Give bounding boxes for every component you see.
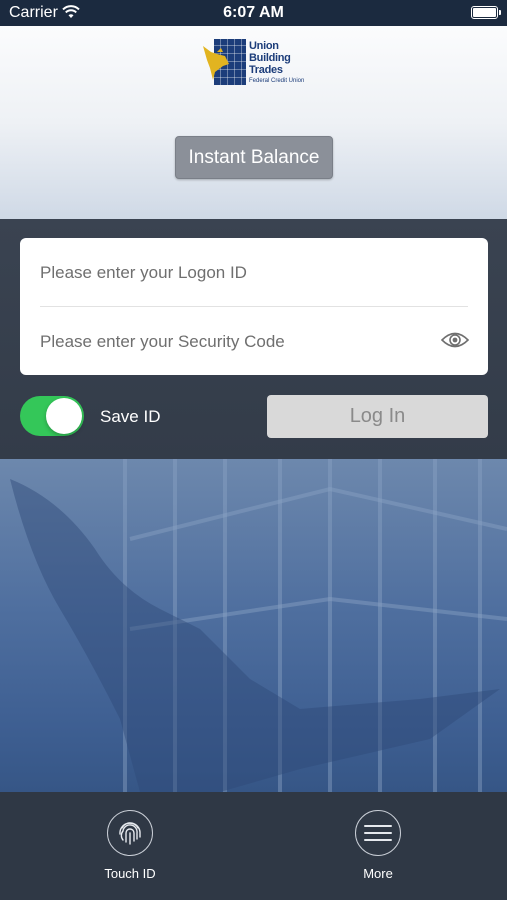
save-id-label: Save ID xyxy=(100,407,161,426)
more-button[interactable] xyxy=(355,810,401,856)
clock: 6:07 AM xyxy=(223,4,284,21)
battery-icon xyxy=(471,6,501,19)
status-bar: Carrier 6:07 AM xyxy=(0,0,507,26)
tab-bar: Touch ID More xyxy=(0,792,507,900)
header: Union Building Trades Federal Credit Uni… xyxy=(0,26,507,219)
touch-id-button[interactable] xyxy=(107,810,153,856)
menu-icon xyxy=(364,825,392,841)
eye-icon[interactable] xyxy=(441,329,469,351)
logo-line-3: Trades xyxy=(249,64,283,76)
tab-touch-id[interactable]: Touch ID xyxy=(80,810,180,881)
toggle-knob xyxy=(46,398,82,434)
touch-id-label: Touch ID xyxy=(104,866,156,881)
fingerprint-icon xyxy=(119,822,141,845)
logo: Union Building Trades Federal Credit Uni… xyxy=(203,37,313,87)
security-code-input[interactable]: Please enter your Security Code xyxy=(40,332,285,352)
logon-id-input[interactable]: Please enter your Logon ID xyxy=(40,263,247,283)
logo-line-4: Federal Credit Union xyxy=(249,78,305,84)
save-id-toggle[interactable] xyxy=(20,396,84,436)
login-card: Please enter your Logon ID Please enter … xyxy=(20,238,488,375)
logo-line-1: Union xyxy=(249,40,279,52)
log-in-button[interactable]: Log In xyxy=(267,395,488,438)
eagle-logo-icon xyxy=(203,46,229,80)
building-eagle-graphic xyxy=(10,459,507,792)
instant-balance-button[interactable]: Instant Balance xyxy=(175,136,333,179)
logo-line-2: Building xyxy=(249,52,291,64)
background-image xyxy=(0,459,507,792)
tab-more[interactable]: More xyxy=(328,810,428,881)
more-label: More xyxy=(363,866,393,881)
field-divider xyxy=(40,306,468,307)
